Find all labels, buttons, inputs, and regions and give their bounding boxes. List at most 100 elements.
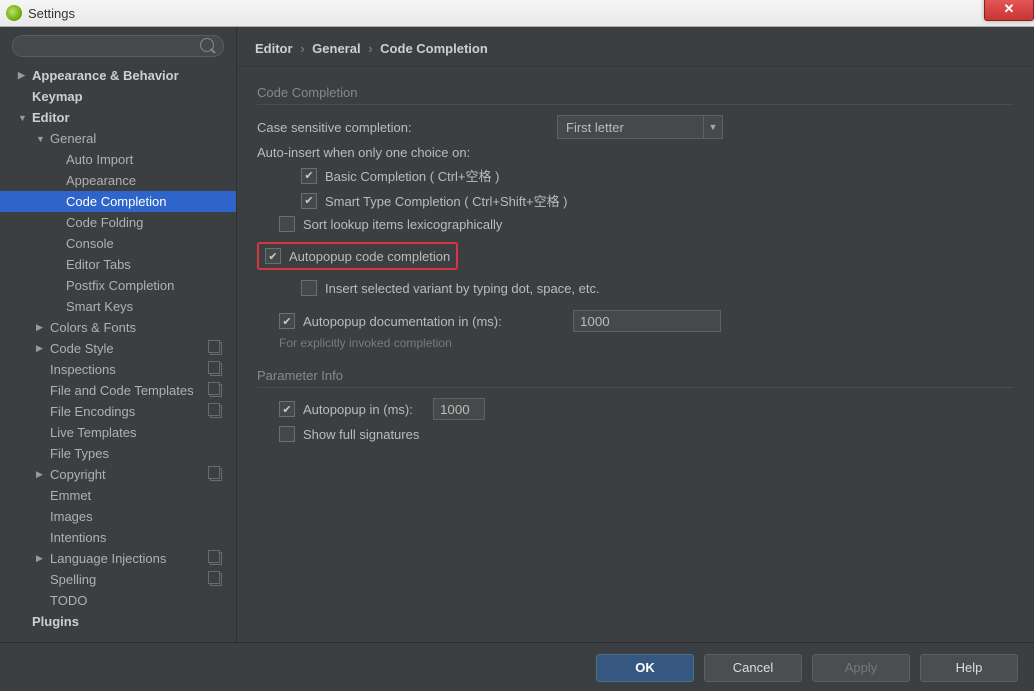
scheme-copy-icon [210,552,222,565]
row-case-sensitive: Case sensitive completion: First letter … [257,115,1014,139]
search-icon [200,38,214,52]
workspace: ▶Appearance & BehaviorKeymap ▼ Editor ▼Gene… [0,27,1034,642]
row-autopopup-doc: Autopopup documentation in (ms): [257,310,1014,332]
sidebar-item-colors-fonts[interactable]: ▶ Colors & Fonts [0,317,236,338]
label-basic-completion: Basic Completion ( Ctrl+空格 ) [325,166,499,185]
breadcrumb-c: Code Completion [380,41,488,56]
tree-arrow-icon: ▶ [36,553,46,564]
row-sort-lookup: Sort lookup items lexicographically [257,216,1014,232]
sidebar-item-images[interactable]: Images [0,506,236,527]
label-sort-lookup: Sort lookup items lexicographically [303,217,502,232]
sidebar-item-label: Emmet [50,488,91,503]
sidebar-item-appearance-behavior[interactable]: ▶Appearance & Behavior [0,65,236,86]
sidebar-item-copyright[interactable]: ▶ Copyright [0,464,236,485]
sidebar-item-todo[interactable]: TODO [0,590,236,611]
sidebar-item-general[interactable]: ▼General [0,128,236,149]
sidebar-item-editor[interactable]: ▼ Editor [0,107,236,128]
checkbox-autopopup-doc[interactable] [279,313,295,329]
sidebar-item-smart-keys[interactable]: Smart Keys [0,296,236,317]
tree-arrow-icon: ▼ [18,113,28,123]
search-input[interactable] [12,35,224,57]
cancel-button[interactable]: Cancel [704,654,802,682]
label-insert-selected: Insert selected variant by typing dot, s… [325,281,600,296]
sidebar: ▶Appearance & BehaviorKeymap ▼ Editor ▼Gene… [0,27,237,642]
checkbox-basic-completion[interactable] [301,168,317,184]
sidebar-item-file-types[interactable]: File Types [0,443,236,464]
sidebar-item-label: File Types [50,446,109,461]
section-parameter-info: Parameter Info [257,368,1014,388]
hint-autopopup-doc: For explicitly invoked completion [257,336,1014,350]
checkbox-smart-completion[interactable] [301,193,317,209]
sidebar-item-code-style[interactable]: ▶ Code Style [0,338,236,359]
sidebar-item-code-completion[interactable]: Code Completion [0,191,236,212]
sidebar-item-label: Code Completion [66,194,166,209]
main-panel: Editor › General › Code Completion Code … [237,27,1034,642]
sidebar-item-label: File Encodings [50,404,135,419]
sidebar-item-label: File and Code Templates [50,383,194,398]
sidebar-item-console[interactable]: Console [0,233,236,254]
sidebar-item-label: Spelling [50,572,96,587]
label-autopopup-in: Autopopup in (ms): [303,402,433,417]
sidebar-item-code-folding[interactable]: Code Folding [0,212,236,233]
sidebar-item-label: Copyright [50,467,106,482]
sidebar-item-label: Code Style [50,341,114,356]
label-smart-completion: Smart Type Completion ( Ctrl+Shift+空格 ) [325,191,568,210]
sidebar-item-spelling[interactable]: Spelling [0,569,236,590]
section-code-completion: Code Completion [257,85,1014,105]
row-autopopup-in: Autopopup in (ms): [257,398,1014,420]
breadcrumb-a: Editor [255,41,293,56]
search-wrap [0,35,236,65]
tree-arrow-icon: ▶ [18,70,28,81]
input-autopopup-doc-ms[interactable] [573,310,721,332]
input-autopopup-in-ms[interactable] [433,398,485,420]
breadcrumb: Editor › General › Code Completion [237,27,1034,67]
titlebar: Settings ✕ [0,0,1034,27]
sidebar-item-emmet[interactable]: Emmet [0,485,236,506]
sidebar-item-inspections[interactable]: Inspections [0,359,236,380]
app-icon [6,5,22,21]
ok-button[interactable]: OK [596,654,694,682]
row-show-full-signatures: Show full signatures [257,426,1014,442]
dropdown-case-sensitive[interactable]: First letter ▼ [557,115,723,139]
dialog-footer: OK Cancel Apply Help [0,642,1034,691]
breadcrumb-sep: › [368,41,372,56]
sidebar-item-keymap[interactable]: Keymap [0,86,236,107]
sidebar-item-file-and-code-templates[interactable]: File and Code Templates [0,380,236,401]
sidebar-item-label: Editor Tabs [66,257,131,272]
apply-button[interactable]: Apply [812,654,910,682]
sidebar-item-auto-import[interactable]: Auto Import [0,149,236,170]
sidebar-item-postfix-completion[interactable]: Postfix Completion [0,275,236,296]
sidebar-item-editor-tabs[interactable]: Editor Tabs [0,254,236,275]
checkbox-autopopup-in[interactable] [279,401,295,417]
sidebar-item-label: Language Injections [50,551,166,566]
sidebar-item-plugins[interactable]: Plugins [0,611,236,632]
breadcrumb-sep: › [300,41,304,56]
sidebar-item-language-injections[interactable]: ▶ Language Injections [0,548,236,569]
help-button[interactable]: Help [920,654,1018,682]
window-close-button[interactable]: ✕ [984,0,1034,21]
sidebar-item-label: Intentions [50,530,106,545]
sidebar-item-live-templates[interactable]: Live Templates [0,422,236,443]
checkbox-sort-lookup[interactable] [279,216,295,232]
dropdown-value: First letter [566,120,624,135]
settings-tree[interactable]: ▶Appearance & BehaviorKeymap ▼ Editor ▼Gene… [0,65,236,642]
label-auto-insert: Auto-insert when only one choice on: [257,145,470,160]
label-autopopup-doc: Autopopup documentation in (ms): [303,314,573,329]
scheme-copy-icon [210,342,222,355]
sidebar-item-appearance[interactable]: Appearance [0,170,236,191]
sidebar-item-file-encodings[interactable]: File Encodings [0,401,236,422]
chevron-down-icon: ▼ [703,116,722,138]
tree-arrow-icon: ▶ [36,322,46,333]
label-autopopup-code: Autopopup code completion [289,249,450,264]
checkbox-insert-selected[interactable] [301,280,317,296]
sidebar-item-label: Console [66,236,114,251]
highlighted-autopopup-code: Autopopup code completion [257,242,458,270]
checkbox-show-full-signatures[interactable] [279,426,295,442]
sidebar-item-intentions[interactable]: Intentions [0,527,236,548]
checkbox-autopopup-code[interactable] [265,248,281,264]
content: Code Completion Case sensitive completio… [237,67,1034,642]
sidebar-item-label: Editor [32,110,70,125]
tree-arrow-icon: ▶ [36,469,46,480]
sidebar-item-label: Colors & Fonts [50,320,136,335]
tree-arrow-icon: ▶ [36,343,46,354]
